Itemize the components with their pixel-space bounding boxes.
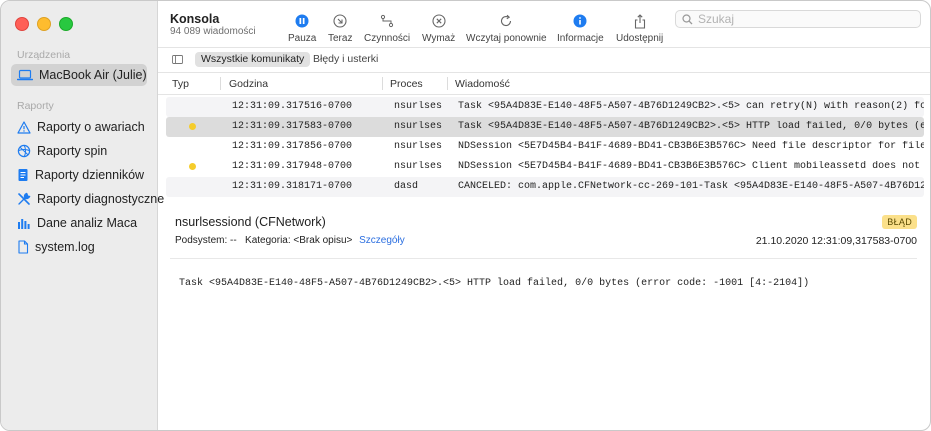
pause-icon (295, 14, 309, 28)
tab-all-messages[interactable]: Wszystkie komunikaty (195, 52, 311, 67)
sidebar-item-system-log[interactable]: system.log (11, 236, 147, 258)
error-indicator (189, 163, 196, 170)
warning-triangle-icon (17, 120, 31, 134)
info-icon (573, 14, 587, 28)
table-row[interactable]: 12:31:09.317516-0700 nsurlsessiond Task … (166, 97, 924, 117)
table-header: Typ Godzina Proces Wiadomość (158, 73, 930, 95)
sidebar-item-mac-analytics[interactable]: Dane analiz Maca (11, 212, 147, 234)
column-type[interactable]: Typ (172, 78, 189, 90)
filter-bar: Wszystkie komunikaty Błędy i usterki (158, 48, 930, 73)
activities-button[interactable]: Czynności (364, 11, 410, 44)
search-input[interactable] (698, 12, 898, 26)
sidebar-item-device[interactable]: MacBook Air (Julie) (11, 64, 147, 86)
detail-pane: nsurlsessiond (CFNetwork) BŁĄD Podsystem… (158, 210, 930, 430)
app-title: Konsola (170, 12, 220, 26)
column-message[interactable]: Wiadomość (455, 78, 510, 90)
table-row[interactable]: 12:31:09.317948-0700 nsurlsessiond NDSes… (166, 157, 924, 177)
window-controls (15, 17, 73, 31)
file-icon (18, 240, 29, 254)
main-area: Konsola 94 089 wiadomości Pauza Teraz Cz… (158, 1, 930, 430)
reload-icon (501, 14, 512, 27)
devices-header: Urządzenia (17, 49, 71, 61)
column-divider (382, 77, 383, 90)
error-indicator (189, 123, 196, 130)
pause-button[interactable]: Pauza (288, 11, 316, 44)
clear-icon (432, 14, 446, 28)
divider (170, 258, 917, 259)
detail-title: nsurlsessiond (CFNetwork) (175, 215, 326, 229)
sidebar-item-label: Raporty o awariach (37, 120, 145, 134)
table-row[interactable]: 12:31:09.318171-0700 dasd CANCELED: com.… (166, 177, 924, 197)
subsystem-value: -- (230, 235, 237, 246)
sidebar-item-label: Dane analiz Maca (37, 216, 138, 230)
close-window-button[interactable] (15, 17, 29, 31)
toolbar: Konsola 94 089 wiadomości Pauza Teraz Cz… (158, 1, 930, 48)
sidebar-item-spin-reports[interactable]: Raporty spin (11, 140, 147, 162)
search-icon (682, 13, 693, 24)
tools-icon (18, 192, 31, 205)
detail-timestamp: 21.10.2020 12:31:09,317583-0700 (755, 235, 917, 247)
sidebar-item-label: Raporty dzienników (35, 168, 145, 182)
table-row[interactable]: 12:31:09.317583-0700 nsurlsessiond Task … (166, 117, 924, 137)
column-process[interactable]: Proces (390, 78, 423, 90)
category-value: <Brak opisu> (293, 235, 353, 246)
minimize-window-button[interactable] (37, 17, 51, 31)
table-row[interactable]: 12:31:09.317856-0700 nsurlsessiond NDSes… (166, 137, 924, 157)
details-link[interactable]: Szczegóły (359, 235, 405, 246)
tab-errors-faults[interactable]: Błędy i usterki (307, 52, 384, 67)
message-count: 94 089 wiadomości (170, 26, 256, 37)
laptop-icon (17, 69, 33, 81)
share-icon (634, 13, 645, 29)
category-label: Kategoria: (245, 235, 291, 246)
sidebar: Urządzenia MacBook Air (Julie) Raporty R… (1, 1, 164, 430)
sidebar-toggle-icon[interactable] (172, 55, 183, 64)
info-button[interactable]: Informacje (557, 11, 604, 44)
sidebar-item-label: Raporty diagnostyczne (37, 192, 165, 206)
clear-button[interactable]: Wymaż (422, 11, 455, 44)
bar-chart-icon (18, 219, 30, 229)
column-divider (220, 77, 221, 90)
sidebar-item-label: MacBook Air (Julie) (39, 68, 147, 82)
sidebar-item-diagnostic-reports[interactable]: Raporty diagnostyczne (11, 188, 164, 210)
column-time[interactable]: Godzina (229, 78, 268, 90)
sidebar-item-label: system.log (35, 240, 95, 254)
reload-button[interactable]: Wczytaj ponownie (466, 11, 547, 44)
sidebar-item-label: Raporty spin (37, 144, 108, 158)
detail-meta: Podsystem: -- Kategoria: <Brak opisu> Sz… (175, 235, 405, 246)
reports-header: Raporty (17, 100, 54, 112)
sidebar-item-crash-reports[interactable]: Raporty o awariach (11, 116, 147, 138)
sidebar-item-log-reports[interactable]: Raporty dzienników (11, 164, 147, 186)
search-field[interactable] (675, 10, 921, 28)
now-button[interactable]: Teraz (328, 11, 352, 44)
detail-message: Task <95A4D83E-E140-48F5-A507-4B76D1249C… (179, 278, 810, 289)
status-badge: BŁĄD (882, 215, 917, 229)
spinner-icon (17, 144, 31, 158)
share-button[interactable]: Udostępnij (616, 11, 663, 44)
zoom-window-button[interactable] (59, 17, 73, 31)
activities-icon (380, 14, 394, 28)
document-icon (18, 169, 28, 181)
column-divider (447, 77, 448, 90)
subsystem-label: Podsystem: (175, 235, 228, 246)
jump-to-now-icon (333, 14, 347, 28)
console-window: Urządzenia MacBook Air (Julie) Raporty R… (0, 0, 931, 431)
log-table: 12:31:09.317516-0700 nsurlsessiond Task … (158, 95, 930, 197)
